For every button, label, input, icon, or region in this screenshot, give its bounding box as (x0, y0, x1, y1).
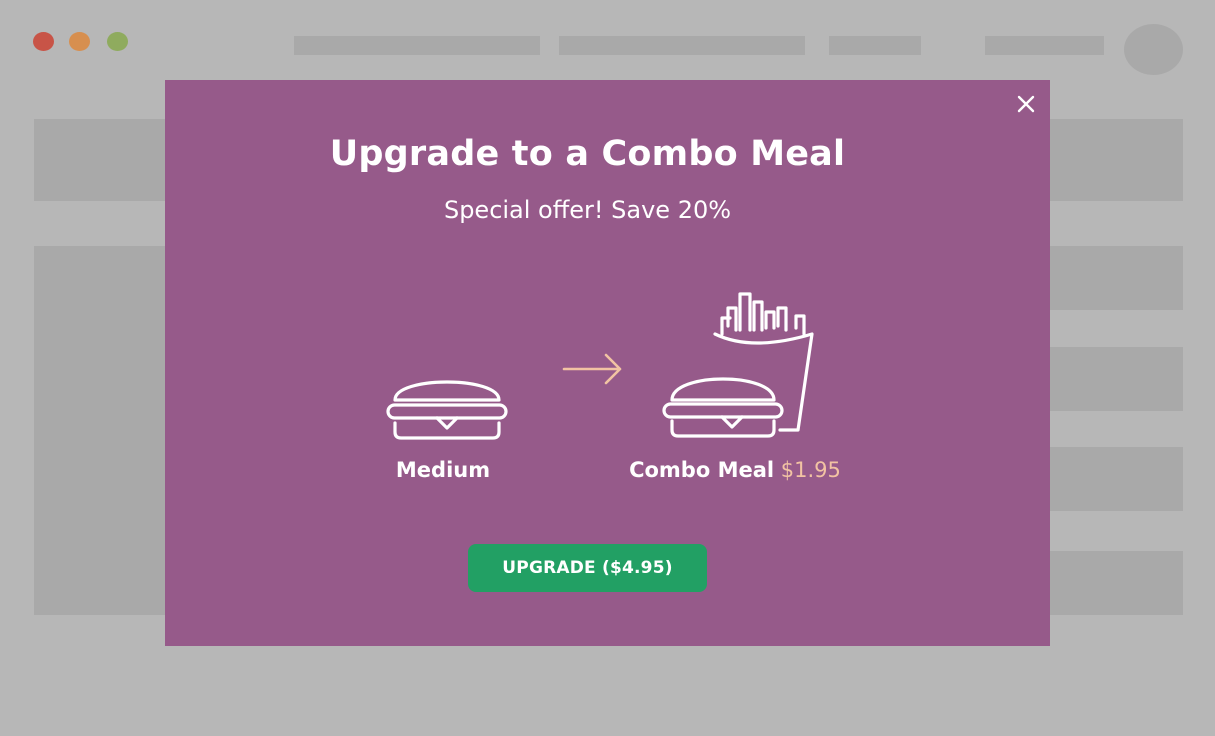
upsell-modal: Upgrade to a Combo Meal Special offer! S… (165, 80, 1050, 646)
window-close-dot[interactable] (33, 32, 54, 51)
modal-title: Upgrade to a Combo Meal (329, 134, 846, 174)
arrow-right-icon (562, 353, 622, 385)
close-icon (1017, 95, 1035, 113)
to-item-label: Combo Meal $1.95 (615, 454, 855, 486)
combo-meal-name: Combo Meal (629, 458, 775, 482)
nav-placeholder (559, 36, 805, 55)
modal-subtitle: Special offer! Save 20% (443, 196, 732, 224)
from-item-label: Medium (395, 458, 491, 482)
window-maximize-dot[interactable] (107, 32, 128, 51)
avatar (1124, 24, 1183, 75)
combo-meal-price: $1.95 (780, 458, 841, 482)
window-minimize-dot[interactable] (69, 32, 90, 51)
burger-fries-icon (662, 292, 814, 438)
burger-icon (386, 380, 508, 440)
app-window: Upgrade to a Combo Meal Special offer! S… (0, 0, 1215, 736)
nav-placeholder (294, 36, 540, 55)
close-button[interactable] (1014, 92, 1038, 116)
nav-placeholder (829, 36, 921, 55)
nav-placeholder (985, 36, 1104, 55)
upgrade-button[interactable]: UPGRADE ($4.95) (468, 544, 707, 592)
